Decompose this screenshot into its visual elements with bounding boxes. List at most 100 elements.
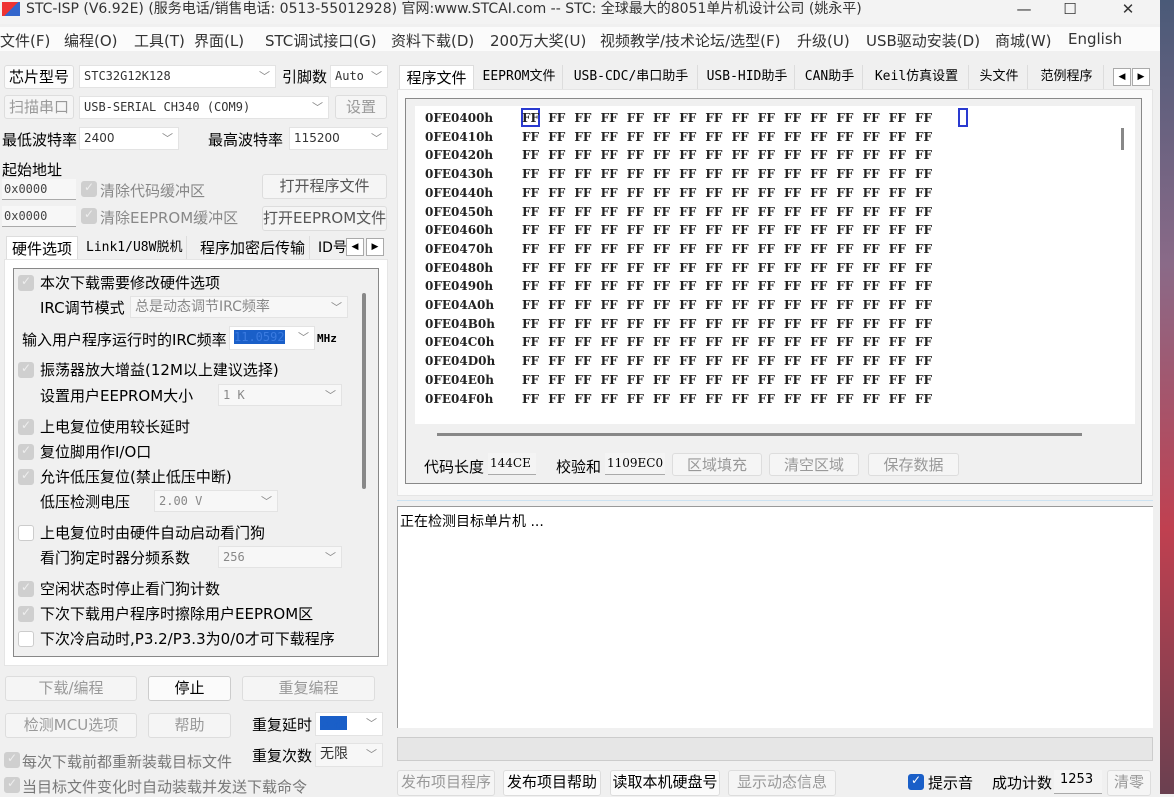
auto-reload-checkbox[interactable] [4, 776, 20, 793]
hex-byte[interactable]: FF [574, 186, 591, 200]
hex-byte[interactable]: FF [915, 223, 932, 237]
hex-byte[interactable]: FF [522, 130, 539, 144]
hex-byte[interactable]: FF [548, 298, 565, 312]
hex-byte[interactable]: FF [784, 392, 801, 406]
hex-byte[interactable]: FF [522, 335, 539, 349]
hex-byte[interactable]: FF [732, 111, 749, 125]
hex-byte[interactable]: FF [758, 279, 775, 293]
hex-byte[interactable]: FF [915, 298, 932, 312]
hex-byte[interactable]: FF [889, 111, 906, 125]
hex-byte[interactable]: FF [574, 298, 591, 312]
hex-byte[interactable]: FF [601, 261, 618, 275]
hex-byte[interactable]: FF [627, 205, 644, 219]
open-program-file-button[interactable]: 打开程序文件 [262, 174, 387, 199]
hex-byte[interactable]: FF [758, 130, 775, 144]
hex-byte[interactable]: FF [574, 148, 591, 162]
hex-byte[interactable]: FF [915, 111, 932, 125]
hex-byte[interactable]: FF [784, 242, 801, 256]
hex-byte[interactable]: FF [653, 373, 670, 387]
hex-byte[interactable]: FF [889, 354, 906, 368]
hex-byte[interactable]: FF [601, 354, 618, 368]
code-start-address-input[interactable]: 0x0000 [2, 179, 76, 200]
hex-byte[interactable]: FF [627, 354, 644, 368]
hex-byte[interactable]: FF [889, 130, 906, 144]
hex-byte[interactable]: FF [522, 392, 539, 406]
option-select[interactable]: 256 ﹀ [218, 546, 342, 568]
hex-byte[interactable]: FF [627, 186, 644, 200]
hex-byte[interactable]: FF [863, 130, 880, 144]
hex-byte[interactable]: FF [601, 148, 618, 162]
hex-byte[interactable]: FF [784, 261, 801, 275]
hex-byte[interactable]: FF [758, 223, 775, 237]
hex-byte[interactable]: FF [863, 317, 880, 331]
hex-byte[interactable]: FF [836, 148, 853, 162]
clear-area-button[interactable]: 清空区域 [769, 453, 859, 476]
hex-byte[interactable]: FF [889, 261, 906, 275]
hex-byte[interactable]: FF [548, 223, 565, 237]
reload-each-checkbox[interactable] [4, 751, 20, 768]
hex-byte[interactable]: FF [784, 335, 801, 349]
hex-byte[interactable]: FF [784, 298, 801, 312]
hex-byte[interactable]: FF [863, 242, 880, 256]
hex-byte[interactable]: FF [863, 167, 880, 181]
hex-byte[interactable]: FF [810, 167, 827, 181]
hex-byte[interactable]: FF [863, 186, 880, 200]
hex-byte[interactable]: FF [574, 335, 591, 349]
hex-byte[interactable]: FF [863, 392, 880, 406]
hex-byte[interactable]: FF [836, 167, 853, 181]
hex-byte[interactable]: FF [574, 205, 591, 219]
hex-byte[interactable]: FF [574, 130, 591, 144]
hex-byte[interactable]: FF [889, 167, 906, 181]
hex-byte[interactable]: FF [732, 335, 749, 349]
hex-byte[interactable]: FF [889, 317, 906, 331]
hex-byte[interactable]: FF [705, 335, 722, 349]
hex-byte[interactable]: FF [522, 298, 539, 312]
hex-byte[interactable]: FF [915, 354, 932, 368]
hex-byte[interactable]: FF [705, 317, 722, 331]
hex-byte[interactable]: FF [915, 279, 932, 293]
hex-byte[interactable]: FF [889, 298, 906, 312]
hex-byte[interactable]: FF [863, 354, 880, 368]
detect-mcu-options-button[interactable]: 检测MCU选项 [5, 713, 137, 738]
maximize-button[interactable]: ☐ [1050, 0, 1090, 18]
open-eeprom-file-button[interactable]: 打开EEPROM文件 [262, 206, 387, 231]
hex-byte[interactable]: FF [522, 354, 539, 368]
hex-byte[interactable]: FF [705, 298, 722, 312]
hex-byte[interactable]: FF [863, 335, 880, 349]
hex-byte[interactable]: FF [810, 298, 827, 312]
option-checkbox[interactable] [18, 468, 34, 485]
hex-byte[interactable]: FF [548, 392, 565, 406]
hex-byte[interactable]: FF [810, 186, 827, 200]
hex-horizontal-scrollbar[interactable] [437, 433, 1082, 436]
menu-item[interactable]: 编程(O) [64, 30, 118, 51]
hex-byte[interactable]: FF [627, 167, 644, 181]
settings-button[interactable]: 设置 [335, 95, 387, 119]
hex-byte[interactable]: FF [679, 261, 696, 275]
hex-byte[interactable]: FF [601, 223, 618, 237]
hex-byte[interactable]: FF [705, 205, 722, 219]
chip-model-button[interactable]: 芯片型号 [4, 65, 74, 89]
tab-right[interactable]: USB-HID助手 [700, 65, 795, 89]
hex-byte[interactable]: FF [915, 167, 932, 181]
menu-item[interactable]: English [1068, 30, 1122, 48]
hex-byte[interactable]: FF [705, 261, 722, 275]
hex-byte[interactable]: FF [679, 317, 696, 331]
hex-byte[interactable]: FF [705, 111, 722, 125]
hex-byte[interactable]: FF [653, 167, 670, 181]
hex-byte[interactable]: FF [810, 279, 827, 293]
hex-byte[interactable]: FF [758, 186, 775, 200]
hex-byte[interactable]: FF [889, 335, 906, 349]
hex-byte[interactable]: FF [810, 317, 827, 331]
hex-byte[interactable]: FF [758, 373, 775, 387]
hex-byte[interactable]: FF [915, 261, 932, 275]
hex-byte[interactable]: FF [705, 373, 722, 387]
option-checkbox[interactable] [18, 361, 34, 378]
hex-byte[interactable]: FF [679, 130, 696, 144]
hex-byte[interactable]: FF [653, 111, 670, 125]
hex-byte[interactable]: FF [548, 148, 565, 162]
hex-byte[interactable]: FF [627, 242, 644, 256]
option-checkbox[interactable] [18, 580, 34, 597]
hex-byte[interactable]: FF [889, 373, 906, 387]
hex-byte[interactable]: FF [627, 111, 644, 125]
hex-byte[interactable]: FF [836, 317, 853, 331]
